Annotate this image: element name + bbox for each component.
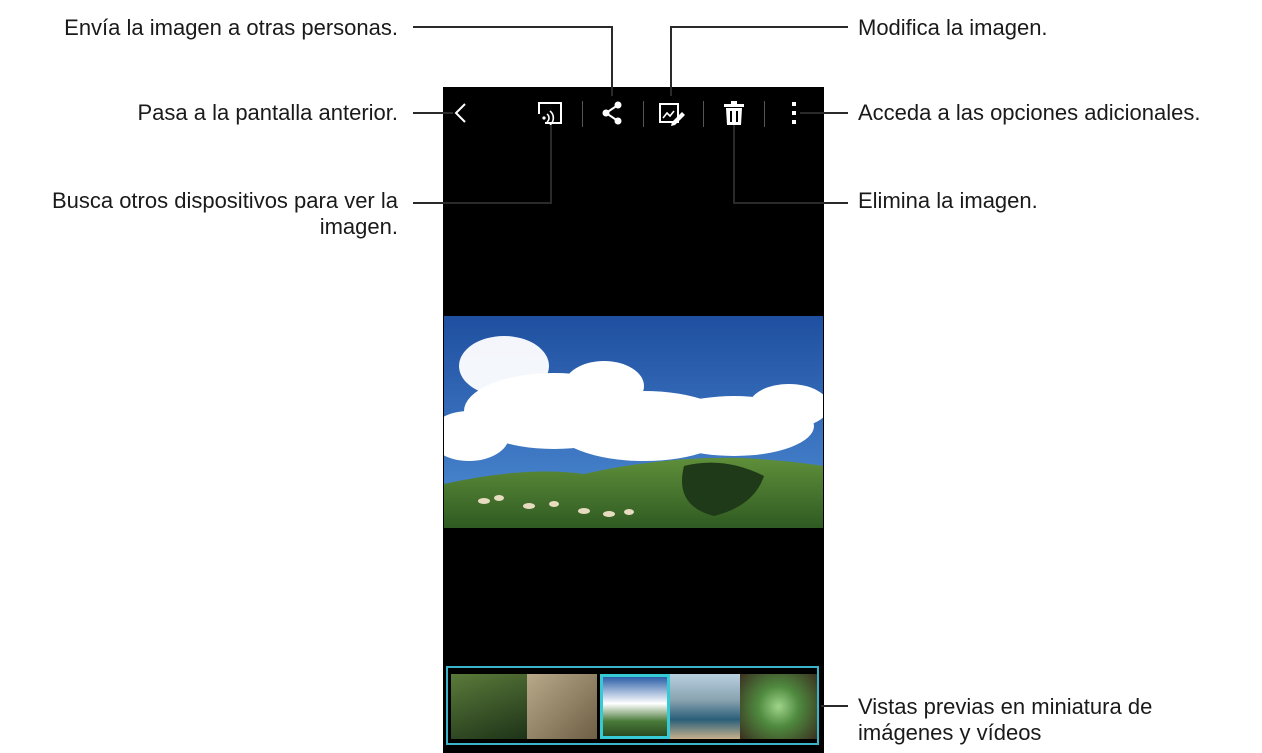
connector-edit <box>670 26 672 96</box>
callout-more: Acceda a las opciones adicionales. <box>858 100 1201 125</box>
connector-delete <box>733 125 735 204</box>
toolbar-divider <box>582 101 583 127</box>
toolbar-divider <box>703 101 704 127</box>
edit-icon[interactable] <box>656 97 688 129</box>
gallery-viewer-screen <box>443 87 824 753</box>
callout-edit: Modifica la imagen. <box>858 15 1048 40</box>
callout-cast-line2: imagen. <box>319 214 398 239</box>
callout-cast: Busca otros dispositivos para ver la ima… <box>52 188 398 240</box>
thumbnail-strip <box>446 666 819 745</box>
top-toolbar <box>443 87 824 141</box>
connector-more <box>800 112 848 114</box>
thumbnail[interactable] <box>670 674 740 739</box>
toolbar-divider <box>764 101 765 127</box>
thumbnail-selected[interactable] <box>600 674 670 739</box>
share-icon[interactable] <box>596 97 628 129</box>
callout-thumbnails-line2: imágenes y vídeos <box>858 720 1042 745</box>
callout-share: Envía la imagen a otras personas. <box>64 15 398 40</box>
connector-cast <box>550 125 552 204</box>
connector-back <box>413 112 453 114</box>
thumbnail[interactable] <box>451 674 527 739</box>
thumbnail[interactable] <box>527 674 597 739</box>
connector-thumbnails <box>821 705 848 707</box>
main-image[interactable] <box>444 316 823 528</box>
connector-delete <box>733 202 848 204</box>
callout-thumbnails-line1: Vistas previas en miniatura de <box>858 694 1153 719</box>
toolbar-divider <box>643 101 644 127</box>
connector-share <box>413 26 613 28</box>
connector-edit <box>670 26 848 28</box>
callout-thumbnails: Vistas previas en miniatura de imágenes … <box>858 694 1152 746</box>
thumbnail[interactable] <box>740 674 817 739</box>
connector-cast <box>413 202 552 204</box>
callout-cast-line1: Busca otros dispositivos para ver la <box>51 188 398 213</box>
callout-delete: Elimina la imagen. <box>858 188 1038 213</box>
connector-share <box>611 26 613 96</box>
callout-back: Pasa a la pantalla anterior. <box>137 100 398 125</box>
